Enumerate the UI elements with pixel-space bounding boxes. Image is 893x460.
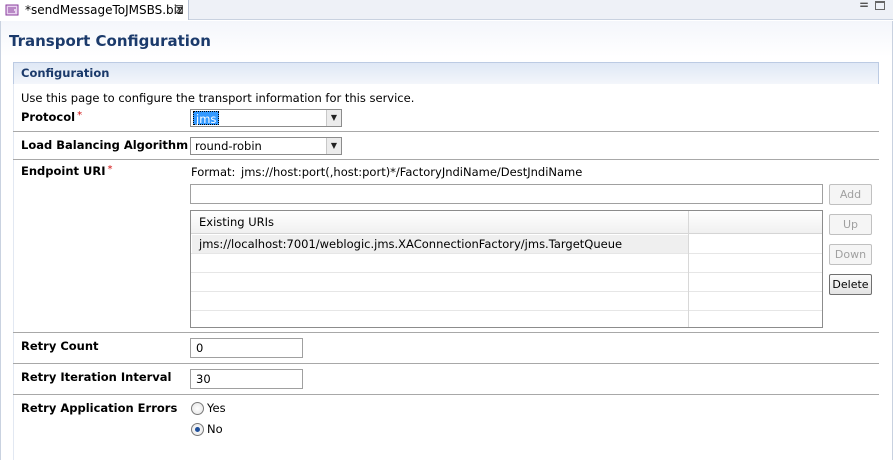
radio-label-yes: Yes [207, 401, 226, 415]
editor-tab[interactable]: *sendMessageToJMSBS.biz ⊠ [0, 0, 189, 20]
divider [13, 363, 879, 364]
section-title: Configuration [21, 66, 110, 80]
table-row[interactable] [191, 254, 822, 273]
required-marker: * [77, 110, 83, 121]
retry-interval-label: Retry Iteration Interval [21, 370, 172, 384]
endpoint-uri-label: Endpoint URI * [21, 164, 113, 178]
retry-interval-input[interactable] [190, 369, 303, 389]
divider [13, 131, 879, 132]
chevron-down-icon[interactable]: ▼ [326, 110, 341, 126]
table-cell: jms://localhost:7001/weblogic.jms.XAConn… [192, 235, 688, 253]
load-balancing-select[interactable]: round-robin ▼ [190, 137, 342, 155]
retry-app-errors-label: Retry Application Errors [21, 401, 178, 415]
divider [13, 394, 879, 395]
format-value: jms://host:port(,host:port)*/FactoryJndi… [241, 165, 583, 179]
endpoint-uri-input[interactable] [190, 184, 823, 204]
table-header: Existing URIs [191, 211, 822, 234]
section-header: Configuration [13, 62, 879, 84]
add-button[interactable]: Add [829, 184, 872, 205]
column-divider [688, 211, 689, 327]
table-row[interactable] [191, 273, 822, 292]
editor-tab-bar: *sendMessageToJMSBS.biz ⊠ = [0, 0, 893, 20]
table-cell [192, 311, 688, 327]
retry-count-input[interactable] [190, 338, 303, 358]
page-description: Use this page to configure the transport… [21, 91, 415, 105]
table-cell [192, 254, 688, 272]
radio-label-no: No [207, 422, 223, 436]
chevron-down-icon[interactable]: ▼ [326, 138, 341, 154]
required-marker: * [107, 164, 113, 175]
delete-button[interactable]: Delete [829, 274, 872, 295]
table-cell [192, 292, 688, 310]
editor-tab-title: *sendMessageToJMSBS.biz [25, 3, 184, 17]
maximize-icon[interactable] [875, 1, 885, 10]
table-row[interactable] [191, 311, 822, 327]
retry-app-errors-yes-radio[interactable] [191, 402, 204, 415]
format-label: Format: [191, 165, 236, 179]
page-title: Transport Configuration [9, 32, 211, 50]
table-header-cell: Existing URIs [199, 215, 274, 229]
protocol-label: Protocol * [21, 110, 83, 124]
proxy-service-file-icon [5, 4, 19, 16]
load-balancing-label: Load Balancing Algorithm [21, 138, 189, 152]
close-icon[interactable]: ⊠ [174, 2, 184, 16]
divider [13, 159, 879, 160]
table-row[interactable]: jms://localhost:7001/weblogic.jms.XAConn… [191, 235, 822, 254]
minimize-icon[interactable]: = [859, 0, 869, 12]
protocol-select[interactable]: jms ▼ [190, 109, 342, 127]
table-cell [192, 273, 688, 291]
existing-uris-table: Existing URIs jms://localhost:7001/weblo… [190, 210, 823, 328]
divider [13, 332, 879, 333]
retry-app-errors-no-radio[interactable] [191, 423, 204, 436]
up-button[interactable]: Up [829, 214, 872, 235]
down-button[interactable]: Down [829, 244, 872, 265]
load-balancing-value: round-robin [195, 139, 262, 153]
protocol-value: jms [193, 111, 220, 126]
retry-count-label: Retry Count [21, 339, 99, 353]
table-row[interactable] [191, 292, 822, 311]
